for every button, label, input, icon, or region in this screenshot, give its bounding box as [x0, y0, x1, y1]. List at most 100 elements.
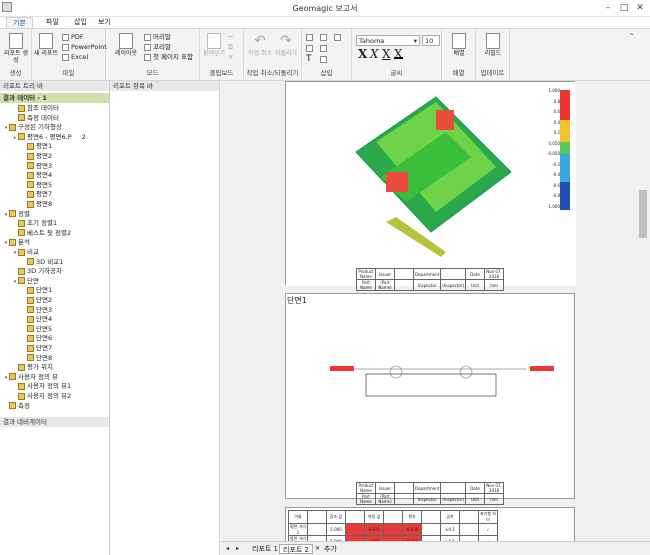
tree-item[interactable]: ▾ 분석	[3, 238, 30, 247]
tree-item-icon	[18, 219, 25, 227]
tree-item[interactable]: ▾ 정렬	[3, 210, 30, 219]
header-button[interactable]: 머리말	[144, 33, 171, 42]
footer-button[interactable]: 꼬리말	[144, 43, 171, 52]
insert-rect-icon[interactable]	[320, 44, 329, 53]
tab-view[interactable]: 보기	[92, 17, 117, 28]
tree-item[interactable]: ▾ 단면	[12, 277, 39, 286]
bold-button[interactable]: X	[358, 48, 367, 60]
tree-item[interactable]: 단면5	[21, 325, 52, 334]
paste-icon	[207, 33, 221, 49]
tree-item[interactable]: 단면8	[21, 354, 52, 363]
tree-item[interactable]: 사용자 정의 뷰2	[12, 392, 71, 401]
font-size-select[interactable]: 10	[422, 35, 440, 46]
tree-item-icon	[27, 344, 34, 352]
tree-item[interactable]: 단면1	[21, 286, 52, 295]
tree-item[interactable]: 베스트 핏 정렬2	[12, 229, 71, 238]
undo-button[interactable]: ↶ 작업 취소	[248, 33, 272, 57]
result-navigator-header[interactable]: 결과 네비게이터	[0, 417, 109, 427]
first-page-checkbox[interactable]: 첫 페이지 표함	[144, 53, 193, 62]
report-items-panel: 리포트 항목 바	[110, 81, 220, 555]
delete-icon[interactable]: ✕	[228, 53, 233, 62]
insert-table-icon[interactable]	[306, 33, 315, 42]
tab-file[interactable]: 파일	[40, 17, 65, 28]
font-color-button[interactable]: X	[394, 48, 403, 60]
excel-icon	[62, 53, 69, 61]
color-scale-labels: 1.000 0.8 0.6 0.4 0.2 0.050 -0.050 -0.2 -0.4 -0.6…	[547, 88, 560, 209]
tree-item-label: 단면6	[36, 334, 53, 343]
close-icon[interactable]: ✕	[634, 2, 646, 14]
tree-item[interactable]: 사용자 정의 뷰1	[12, 382, 71, 391]
pdf-button[interactable]: PDF	[62, 33, 84, 42]
redo-button[interactable]: ↷ 되돌리기	[274, 33, 298, 57]
maximize-icon[interactable]: □	[618, 2, 630, 14]
tree-item[interactable]: 단면4	[21, 315, 52, 324]
tab-report-2[interactable]: 리포트 2	[279, 544, 313, 554]
tree-item-label: 단면5	[36, 324, 53, 333]
tree-item[interactable]: ▸ 평면6 - 평면6.P 2	[12, 133, 86, 142]
tab-insert[interactable]: 삽입	[68, 17, 93, 28]
italic-button[interactable]: X	[370, 48, 379, 60]
paste-button[interactable]: 붙여넣기	[202, 33, 226, 57]
cut-icon[interactable]: ✂	[228, 33, 233, 42]
insert-shape-icon[interactable]	[320, 55, 329, 64]
layout-button[interactable]: 레이아웃	[112, 33, 140, 57]
tree-item[interactable]: 평면2	[21, 152, 52, 161]
tree-item[interactable]: 평면8	[21, 200, 52, 209]
powerpoint-button[interactable]: PowerPoint	[62, 43, 107, 52]
arrange-button[interactable]: 배열	[447, 33, 471, 57]
rebuild-button[interactable]: 리빌드	[481, 33, 505, 57]
undo-group: ↶ 작업 취소 ↷ 되돌리기 작업 취소/되돌리기	[244, 29, 302, 80]
tree-item[interactable]: 단면2	[21, 296, 52, 305]
minimize-icon[interactable]: –	[602, 2, 614, 14]
new-report-button[interactable]: 새 리포트	[34, 33, 58, 57]
underline-button[interactable]: X	[382, 48, 391, 60]
ribbon-collapse-icon[interactable]: ⌃	[628, 32, 635, 41]
tree-item-count: 2	[81, 132, 86, 141]
tree-item[interactable]: 3D 비교1	[21, 258, 63, 267]
tree-item-icon	[9, 238, 16, 246]
tree-item[interactable]: 평가 위치	[12, 363, 53, 372]
tree-item[interactable]: 단면3	[21, 306, 52, 315]
insert-image-icon[interactable]	[320, 33, 329, 42]
tree-item-label: 3D 비교1	[36, 257, 64, 266]
prev-tab-icon[interactable]: ◂	[223, 544, 232, 554]
arrange-group: 배열 배열	[442, 29, 476, 80]
tab-report-1[interactable]: 리포트 1	[249, 544, 281, 554]
tree-item[interactable]: 평면3	[21, 162, 52, 171]
tree-item-label: 단면	[27, 276, 39, 285]
ribbon-tabs: 기본 파일 삽입 보기	[0, 17, 650, 28]
tree-item[interactable]: 단면7	[21, 344, 52, 353]
tree-item[interactable]: 평면7	[21, 190, 52, 199]
tree-item[interactable]: 측정 데이터	[12, 114, 59, 123]
tree-item[interactable]: 참조 데이터	[12, 104, 59, 113]
insert-line-icon[interactable]	[306, 44, 315, 53]
insert-chart-icon[interactable]	[334, 33, 343, 42]
tree-item-icon	[27, 296, 34, 304]
tree-item[interactable]: 평면5	[21, 181, 52, 190]
tree-item[interactable]: 측정	[3, 402, 30, 411]
tab-home[interactable]: 기본	[6, 17, 33, 28]
tree-item[interactable]: ▾ 사용자 정의 뷰	[3, 373, 58, 382]
tree-item[interactable]: 단면6	[21, 334, 52, 343]
add-tab-button[interactable]: 추가	[321, 544, 340, 554]
vertical-scrollbar[interactable]	[637, 81, 650, 541]
tree-item-label: 평면3	[36, 161, 53, 170]
tree-item[interactable]: 초기 정렬1	[12, 219, 57, 228]
create-report-button[interactable]: 리포트 생성	[4, 33, 28, 64]
tree-item-icon	[27, 152, 34, 160]
redo-icon: ↷	[280, 33, 292, 49]
scrollbar-thumb[interactable]	[639, 190, 647, 238]
next-tab-icon[interactable]: ▸	[233, 544, 242, 554]
tree-item[interactable]: ▾ 구성된 기하형상	[3, 123, 62, 132]
tree-item[interactable]: 3D 기하공차	[12, 267, 62, 276]
tree-item[interactable]: 평면1	[21, 142, 52, 151]
insert-text-icon[interactable]: T	[306, 55, 312, 64]
excel-button[interactable]: Excel	[62, 53, 88, 62]
report-icon	[9, 33, 23, 49]
tree-item[interactable]: ▾ 비교	[12, 248, 39, 257]
tree-item[interactable]: 평면4	[21, 171, 52, 180]
copy-icon[interactable]: ⧉	[228, 43, 233, 52]
font-name-select[interactable]: Tahoma ▾	[356, 35, 420, 46]
report-tree-panel: 리포트 트리 바 결과 데이터 - 1 참조 데이터 측정 데이터 ▾ 구성된 기하형…	[0, 81, 110, 555]
result-data-header[interactable]: 결과 데이터 - 1	[0, 93, 109, 103]
